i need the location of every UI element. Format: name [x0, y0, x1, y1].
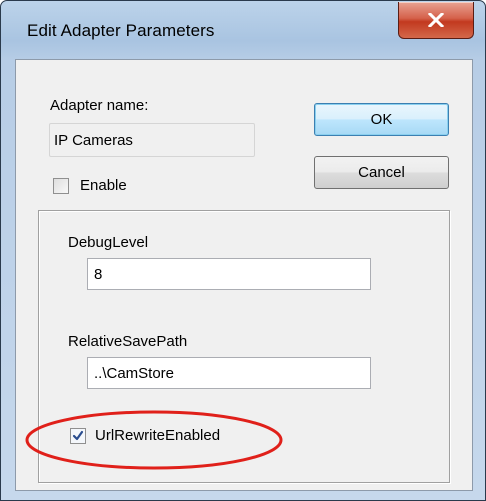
url-rewrite-label: UrlRewriteEnabled: [95, 427, 221, 444]
enable-checkbox[interactable]: [53, 178, 69, 194]
close-button[interactable]: [398, 2, 474, 39]
url-rewrite-checkbox[interactable]: [70, 428, 86, 444]
debug-level-input[interactable]: 8: [87, 258, 371, 290]
dialog-client-area: Adapter name: IP Cameras Enable OK Cance…: [15, 59, 473, 491]
close-icon: [428, 13, 444, 27]
relative-save-path-label: RelativeSavePath: [68, 333, 188, 350]
dialog-title: Edit Adapter Parameters: [27, 21, 215, 40]
debug-level-label: DebugLevel: [68, 234, 149, 251]
adapter-name-field: IP Cameras: [49, 123, 255, 157]
adapter-name-label: Adapter name:: [50, 97, 149, 114]
relative-save-path-input[interactable]: ..\CamStore: [87, 357, 371, 389]
enable-label: Enable: [80, 177, 127, 194]
checkmark-icon: [72, 430, 84, 441]
cancel-button[interactable]: Cancel: [314, 156, 449, 189]
dialog-window: Edit Adapter Parameters Adapter name: IP…: [0, 0, 486, 501]
ok-button[interactable]: OK: [314, 103, 449, 136]
